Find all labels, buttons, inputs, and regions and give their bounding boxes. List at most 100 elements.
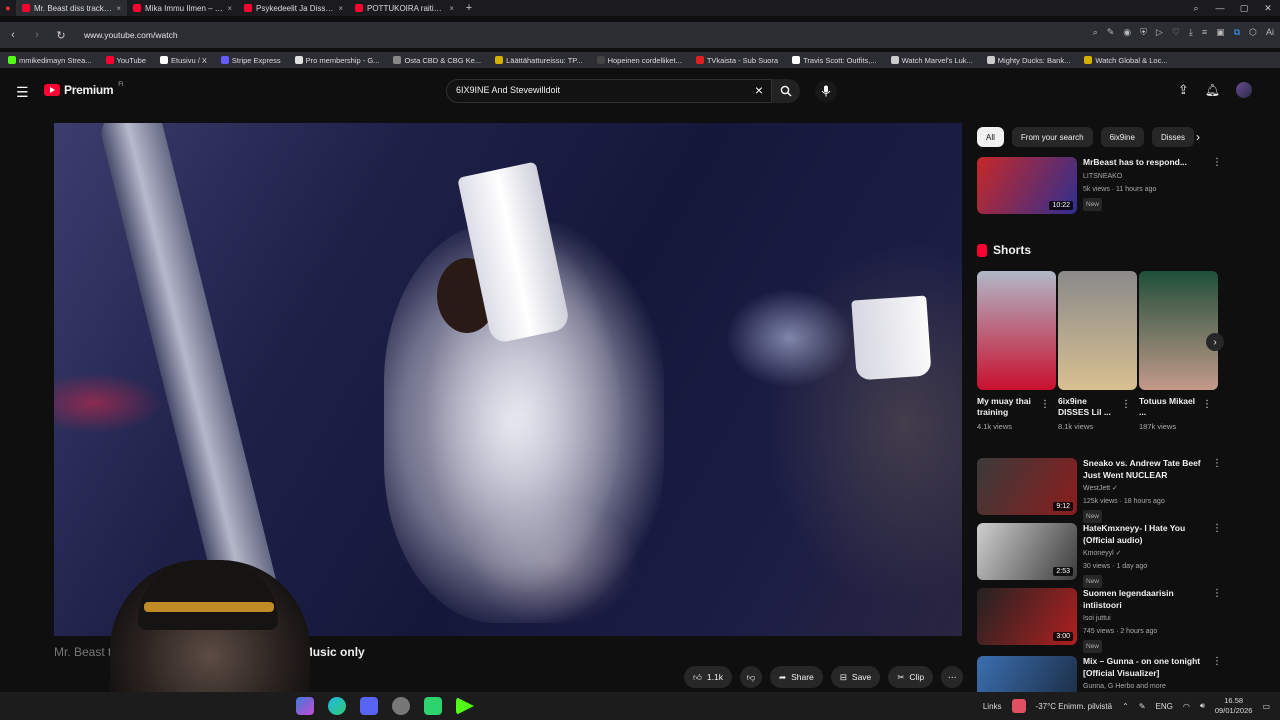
links-toolbar[interactable]: Links	[983, 702, 1002, 711]
play-icon[interactable]: ▷	[1156, 27, 1163, 38]
recommendation-item[interactable]: 9:12 Sneako vs. Andrew Tate Beef Just Wen…	[977, 458, 1222, 523]
browser-tab[interactable]: Psykedeelit Ja Dissosiatiivi ×	[238, 0, 349, 16]
voice-search-button[interactable]	[815, 80, 837, 102]
like-button[interactable]: 👍︎ 1.1k	[684, 666, 732, 688]
search-tabs-icon[interactable]: ⌕	[1184, 0, 1208, 16]
upload-icon[interactable]: ⇪	[1178, 82, 1189, 98]
copilot-icon[interactable]	[296, 697, 314, 715]
more-options-icon[interactable]: ⋮	[1202, 399, 1212, 410]
channel-name[interactable]: WestJett ✓	[1083, 483, 1205, 494]
video-player[interactable]	[54, 123, 962, 636]
short-thumbnail[interactable]	[977, 271, 1056, 390]
filter-chip[interactable]: All	[977, 127, 1004, 147]
bookmark-item[interactable]: Hopeinen cordelliket...	[596, 56, 682, 65]
edit-icon[interactable]: ✎	[1107, 27, 1115, 38]
recommendation-title[interactable]: Sneako vs. Andrew Tate Beef Just Went NU…	[1083, 458, 1205, 481]
share-button[interactable]: ➦ Share	[769, 666, 823, 688]
short-title[interactable]: Totuus Mikael ...	[1139, 396, 1201, 418]
channel-name[interactable]: Kmoneyyl ✓	[1083, 548, 1205, 559]
tab-close-icon[interactable]: ×	[227, 4, 232, 13]
more-options-icon[interactable]: ⋮	[1212, 588, 1222, 599]
discord-icon[interactable]	[360, 697, 378, 715]
search-box[interactable]: 6IX9INE And Stevewilldoit ×	[446, 79, 772, 103]
tab-close-icon[interactable]: ×	[116, 4, 121, 13]
more-options-icon[interactable]: ⋮	[1040, 399, 1050, 410]
browser-tab[interactable]: Mika Immu Ilmen – old s ×	[127, 0, 238, 16]
speaker-icon[interactable]: 🔊︎	[1200, 701, 1205, 711]
maximize-button[interactable]: ▢	[1232, 0, 1256, 16]
download-icon[interactable]: ⤓	[1189, 27, 1193, 38]
bookmark-item[interactable]: YouTube	[105, 56, 146, 65]
camera-icon[interactable]: ◉	[1123, 27, 1131, 38]
spotify-like-app-icon[interactable]	[424, 697, 442, 715]
shield-icon[interactable]: ⛨	[1140, 27, 1147, 38]
avatar[interactable]	[1236, 82, 1252, 98]
search-input[interactable]: 6IX9INE And Stevewilldoit	[456, 85, 560, 95]
filter-chip[interactable]: 6ix9ine	[1100, 127, 1144, 147]
bookmark-item[interactable]: mmikedimayn Strea...	[8, 56, 92, 65]
minimize-button[interactable]: —	[1208, 0, 1232, 16]
video-thumbnail[interactable]: 3:00	[977, 588, 1077, 645]
settings-gear-icon[interactable]	[392, 697, 410, 715]
extension-icon[interactable]: ⧉	[1234, 27, 1240, 38]
video-thumbnail[interactable]: 9:12	[977, 458, 1077, 515]
tab-close-icon[interactable]: ×	[338, 4, 343, 13]
back-icon[interactable]: ‹	[6, 29, 20, 41]
cube-icon[interactable]: ⬡	[1249, 27, 1257, 38]
video-thumbnail[interactable]: 2:53	[977, 523, 1077, 580]
close-window-button[interactable]: ✕	[1256, 0, 1280, 16]
youtube-premium-logo[interactable]: Premium FI	[44, 82, 124, 97]
notifications-icon[interactable]: ▭	[1262, 702, 1270, 711]
recommendation-item[interactable]: 10:22 MrBeast has to respond... LITSNEAKO 5…	[977, 157, 1222, 214]
menu-icon[interactable]: ≡	[1202, 27, 1207, 38]
short-card[interactable]: Totuus Mikael ... 187k views ⋮	[1139, 271, 1218, 431]
shorts-next-button[interactable]: ›	[1206, 333, 1224, 351]
bookmark-item[interactable]: Osta CBD & CBG Ke...	[393, 56, 481, 65]
url-field[interactable]: www.youtube.com/watch	[84, 30, 178, 40]
channel-name[interactable]: Isoi juttui	[1083, 613, 1205, 624]
recommendation-item[interactable]: 3:00 Suomen legendaarisin intiistoori Isoi…	[977, 588, 1222, 653]
bookmark-item[interactable]: Watch Marvel's Luk...	[890, 56, 973, 65]
filter-chip[interactable]: Disses	[1151, 127, 1194, 147]
more-options-icon[interactable]: ⋮	[1212, 458, 1222, 469]
recommendation-item[interactable]: 2:53 HateKmxneyy- I Hate You (Official au…	[977, 523, 1222, 588]
pen-icon[interactable]: ✎	[1139, 702, 1146, 711]
forward-icon[interactable]: ›	[30, 29, 44, 41]
more-options-icon[interactable]: ⋮	[1212, 157, 1222, 168]
recommendation-title[interactable]: HateKmxneyy- I Hate You (Official audio)	[1083, 523, 1205, 546]
dislike-button[interactable]: 👎︎	[739, 666, 762, 688]
bookmark-item[interactable]: Pro membership - G...	[294, 56, 379, 65]
save-button[interactable]: ⊟ Save	[830, 666, 881, 688]
browser-tab[interactable]: Mr. Beast diss track Str ×	[16, 0, 127, 16]
zoom-icon[interactable]: ⌕	[1093, 27, 1098, 38]
search-button[interactable]	[772, 79, 800, 103]
hamburger-menu-icon[interactable]: ☰	[16, 84, 29, 101]
clock[interactable]: 16.58 09/01/2026	[1215, 696, 1253, 716]
video-thumbnail[interactable]: 10:22	[977, 157, 1077, 214]
short-title[interactable]: My muay thai training	[977, 396, 1039, 418]
tray-chevron-icon[interactable]: ⌃	[1122, 702, 1129, 711]
language-indicator[interactable]: ENG	[1156, 702, 1173, 711]
notifications-bell-icon[interactable]: 🔔︎	[1205, 83, 1220, 97]
browser-menu-icon[interactable]: ●	[0, 3, 16, 13]
more-options-icon[interactable]: ⋮	[1212, 656, 1222, 667]
clear-search-icon[interactable]: ×	[755, 82, 763, 98]
wallet-icon[interactable]: ▣	[1216, 27, 1225, 38]
short-title[interactable]: 6ix9ine DISSES Lil ...	[1058, 396, 1120, 418]
channel-name[interactable]: LITSNEAKO	[1083, 171, 1205, 182]
ai-icon[interactable]: Ai	[1266, 27, 1274, 38]
clip-button[interactable]: ✂ Clip	[888, 666, 934, 688]
bookmark-item[interactable]: Mighty Ducks: Bank...	[986, 56, 1070, 65]
edge-icon[interactable]	[328, 697, 346, 715]
chevron-right-icon[interactable]: ›	[1196, 130, 1200, 144]
recommendation-title[interactable]: Mix – Gunna - on one tonight [Official V…	[1083, 656, 1205, 679]
bookmark-item[interactable]: Etusivu / X	[160, 56, 207, 65]
more-options-icon[interactable]: ⋮	[1212, 523, 1222, 534]
bookmark-item[interactable]: Travis Scott: Outfits,...	[792, 56, 877, 65]
short-thumbnail[interactable]	[1139, 271, 1218, 390]
bookmark-item[interactable]: Stripe Express	[220, 56, 281, 65]
short-thumbnail[interactable]	[1058, 271, 1137, 390]
more-options-icon[interactable]: ⋮	[1121, 399, 1131, 410]
wifi-icon[interactable]: ◠	[1183, 702, 1190, 711]
heart-icon[interactable]: ♡	[1172, 27, 1180, 38]
